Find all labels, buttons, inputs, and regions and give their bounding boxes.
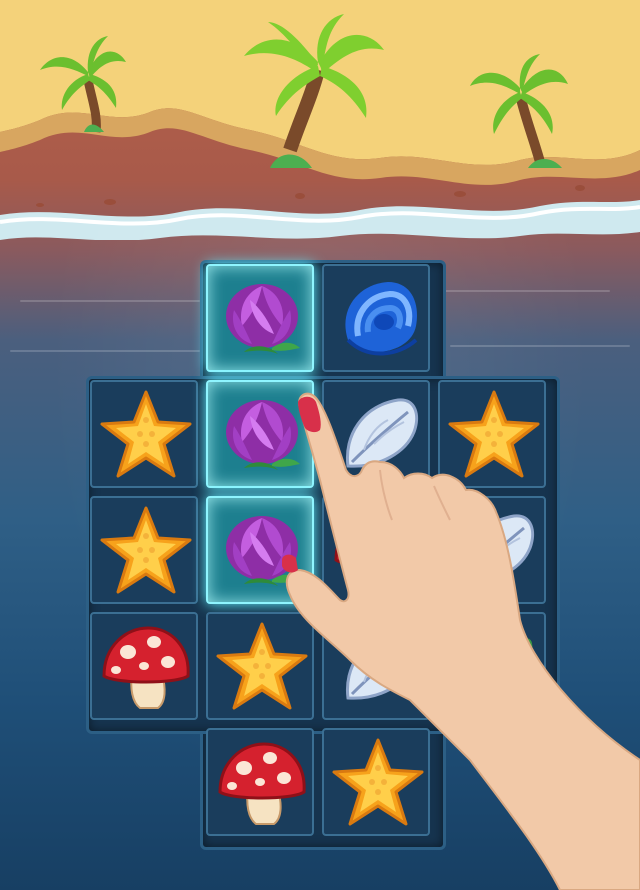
pointing-hand-icon <box>282 392 640 890</box>
game-scene <box>0 0 640 890</box>
